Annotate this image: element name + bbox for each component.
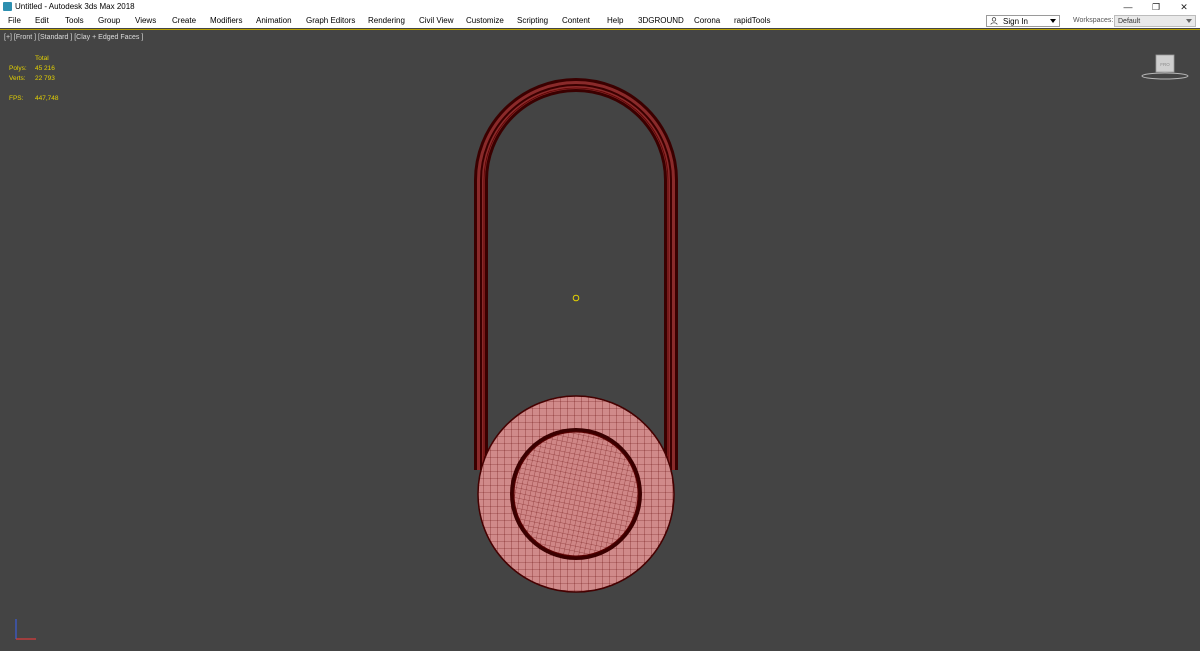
workspaces-value: Default bbox=[1118, 18, 1141, 25]
close-button[interactable]: ✕ bbox=[1170, 0, 1198, 14]
menu-help[interactable]: Help bbox=[607, 14, 623, 28]
sign-in-dropdown[interactable]: Sign In bbox=[986, 15, 1060, 27]
viewport-label-menu[interactable]: [+] [Front ] [Standard ] [Clay + Edged F… bbox=[4, 34, 143, 41]
menu-content[interactable]: Content bbox=[562, 14, 590, 28]
polys-value: 45 216 bbox=[35, 65, 55, 72]
title-bar: Untitled - Autodesk 3ds Max 2018 — ❐ ✕ bbox=[0, 0, 1200, 14]
fps-label: FPS: bbox=[9, 95, 24, 102]
window-title: Untitled - Autodesk 3ds Max 2018 bbox=[15, 2, 135, 11]
menu-civil-view[interactable]: Civil View bbox=[419, 14, 454, 28]
menu-edit[interactable]: Edit bbox=[35, 14, 49, 28]
menu-tools[interactable]: Tools bbox=[65, 14, 84, 28]
menu-views[interactable]: Views bbox=[135, 14, 156, 28]
chevron-down-icon bbox=[1186, 19, 1192, 23]
workspaces-select[interactable]: Default bbox=[1114, 15, 1196, 27]
axis-tripod-icon bbox=[15, 619, 36, 640]
menu-scripting[interactable]: Scripting bbox=[517, 14, 548, 28]
stats-header: Total bbox=[35, 55, 49, 62]
minimize-button[interactable]: — bbox=[1114, 0, 1142, 14]
sign-in-label: Sign In bbox=[1003, 17, 1028, 26]
scene-model[interactable] bbox=[0, 30, 1200, 651]
workspaces-label: Workspaces: bbox=[1073, 17, 1114, 24]
menu-graph-editors[interactable]: Graph Editors bbox=[306, 14, 355, 28]
menu-3dground[interactable]: 3DGROUND bbox=[638, 14, 684, 28]
pivot-marker-icon bbox=[572, 294, 580, 302]
user-icon bbox=[990, 17, 998, 25]
viewcube-face-label: FRO bbox=[1160, 62, 1170, 67]
app-icon bbox=[3, 2, 12, 11]
menu-animation[interactable]: Animation bbox=[256, 14, 292, 28]
fps-value: 447,748 bbox=[35, 95, 59, 102]
menu-rendering[interactable]: Rendering bbox=[368, 14, 405, 28]
menu-customize[interactable]: Customize bbox=[466, 14, 504, 28]
chevron-down-icon bbox=[1050, 19, 1056, 23]
polys-label: Polys: bbox=[9, 65, 27, 72]
menu-create[interactable]: Create bbox=[172, 14, 196, 28]
viewport-front[interactable]: [+] [Front ] [Standard ] [Clay + Edged F… bbox=[0, 29, 1200, 650]
viewcube-icon[interactable]: FRO bbox=[1140, 52, 1190, 80]
menu-rapidtools[interactable]: rapidTools bbox=[734, 14, 770, 28]
verts-label: Verts: bbox=[9, 75, 26, 82]
menu-modifiers[interactable]: Modifiers bbox=[210, 14, 242, 28]
round-mirror bbox=[477, 395, 675, 593]
restore-button[interactable]: ❐ bbox=[1142, 0, 1170, 14]
menu-group[interactable]: Group bbox=[98, 14, 120, 28]
menu-bar: File Edit Tools Group Views Create Modif… bbox=[0, 14, 1200, 28]
verts-value: 22 793 bbox=[35, 75, 55, 82]
menu-file[interactable]: File bbox=[8, 14, 21, 28]
menu-corona[interactable]: Corona bbox=[694, 14, 720, 28]
